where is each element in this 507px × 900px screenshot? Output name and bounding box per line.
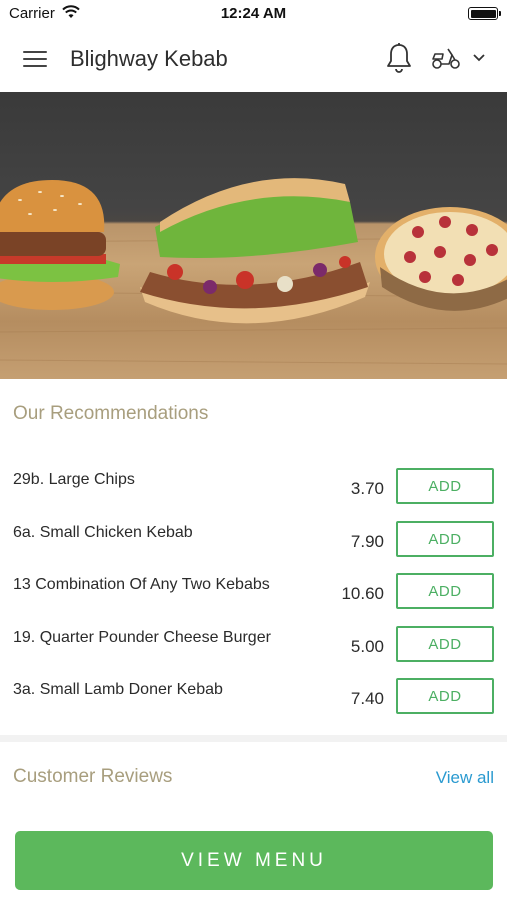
item-name: 6a. Small Chicken Kebab: [13, 524, 193, 541]
list-item: 6a. Small Chicken Kebab 7.90 ADD: [0, 521, 507, 576]
hero-food-image: [0, 92, 507, 379]
list-item: 13 Combination Of Any Two Kebabs 10.60 A…: [0, 573, 507, 628]
item-price: 3.70: [350, 479, 384, 498]
chevron-down-icon[interactable]: [472, 53, 486, 62]
add-button[interactable]: ADD: [396, 626, 494, 662]
item-price: 10.60: [341, 584, 384, 603]
scooter-icon[interactable]: [430, 45, 462, 71]
item-name: 19. Quarter Pounder Cheese Burger: [13, 629, 271, 646]
add-button[interactable]: ADD: [396, 678, 494, 714]
list-item: 19. Quarter Pounder Cheese Burger 5.00 A…: [0, 626, 507, 681]
app-header: Blighway Kebab: [0, 28, 507, 92]
list-item: 29b. Large Chips 3.70 ADD: [0, 468, 507, 523]
kebab-illustration: [140, 178, 370, 324]
item-price: 5.00: [350, 637, 384, 656]
add-button[interactable]: ADD: [396, 521, 494, 557]
recommendations-title: Our Recommendations: [13, 403, 209, 424]
battery-icon: [468, 7, 501, 20]
pizza-illustration: [375, 207, 507, 311]
view-all-link[interactable]: View all: [436, 768, 494, 788]
section-divider: [0, 735, 507, 742]
item-name: 13 Combination Of Any Two Kebabs: [13, 576, 270, 593]
item-name: 29b. Large Chips: [13, 471, 135, 488]
menu-icon[interactable]: [23, 49, 47, 69]
item-name: 3a. Small Lamb Doner Kebab: [13, 681, 223, 698]
item-price: 7.90: [350, 532, 384, 551]
status-time: 12:24 AM: [220, 5, 287, 22]
store-title: Blighway Kebab: [70, 46, 228, 71]
reviews-title: Customer Reviews: [13, 766, 173, 787]
view-menu-button[interactable]: VIEW MENU: [15, 831, 493, 890]
status-bar: Carrier 12:24 AM: [0, 0, 507, 28]
bell-icon[interactable]: [385, 42, 413, 74]
list-item: 3a. Small Lamb Doner Kebab 7.40 ADD: [0, 678, 507, 733]
burger-illustration: [0, 180, 120, 310]
item-price: 7.40: [350, 689, 384, 708]
add-button[interactable]: ADD: [396, 573, 494, 609]
add-button[interactable]: ADD: [396, 468, 494, 504]
